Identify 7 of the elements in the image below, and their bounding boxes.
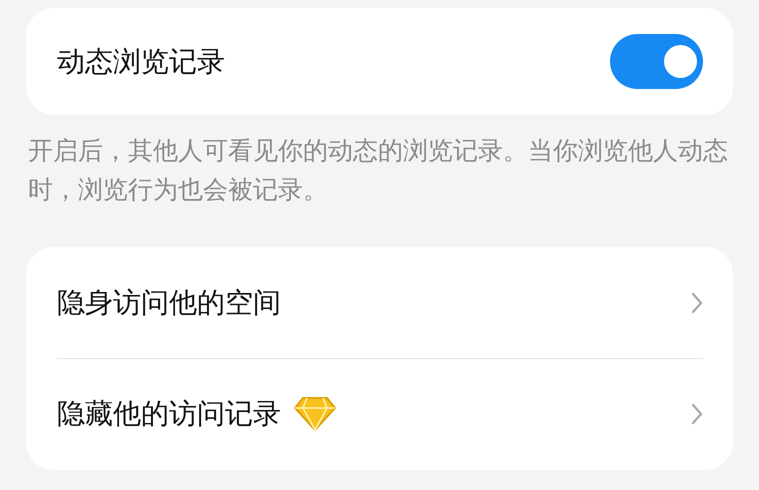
chevron-right-icon (691, 403, 703, 425)
settings-item[interactable]: 隐身访问他的空间 (26, 248, 733, 358)
diamond-icon (293, 396, 337, 432)
setting-label: 动态浏览记录 (57, 44, 225, 80)
settings-item[interactable]: 隐藏他的访问记录 (26, 359, 733, 469)
chevron-right-icon (691, 292, 703, 314)
description-text: 开启后，其他人可看见你的动态的浏览记录。当你浏览他人动态时，浏览行为也会被记录。 (27, 135, 729, 206)
